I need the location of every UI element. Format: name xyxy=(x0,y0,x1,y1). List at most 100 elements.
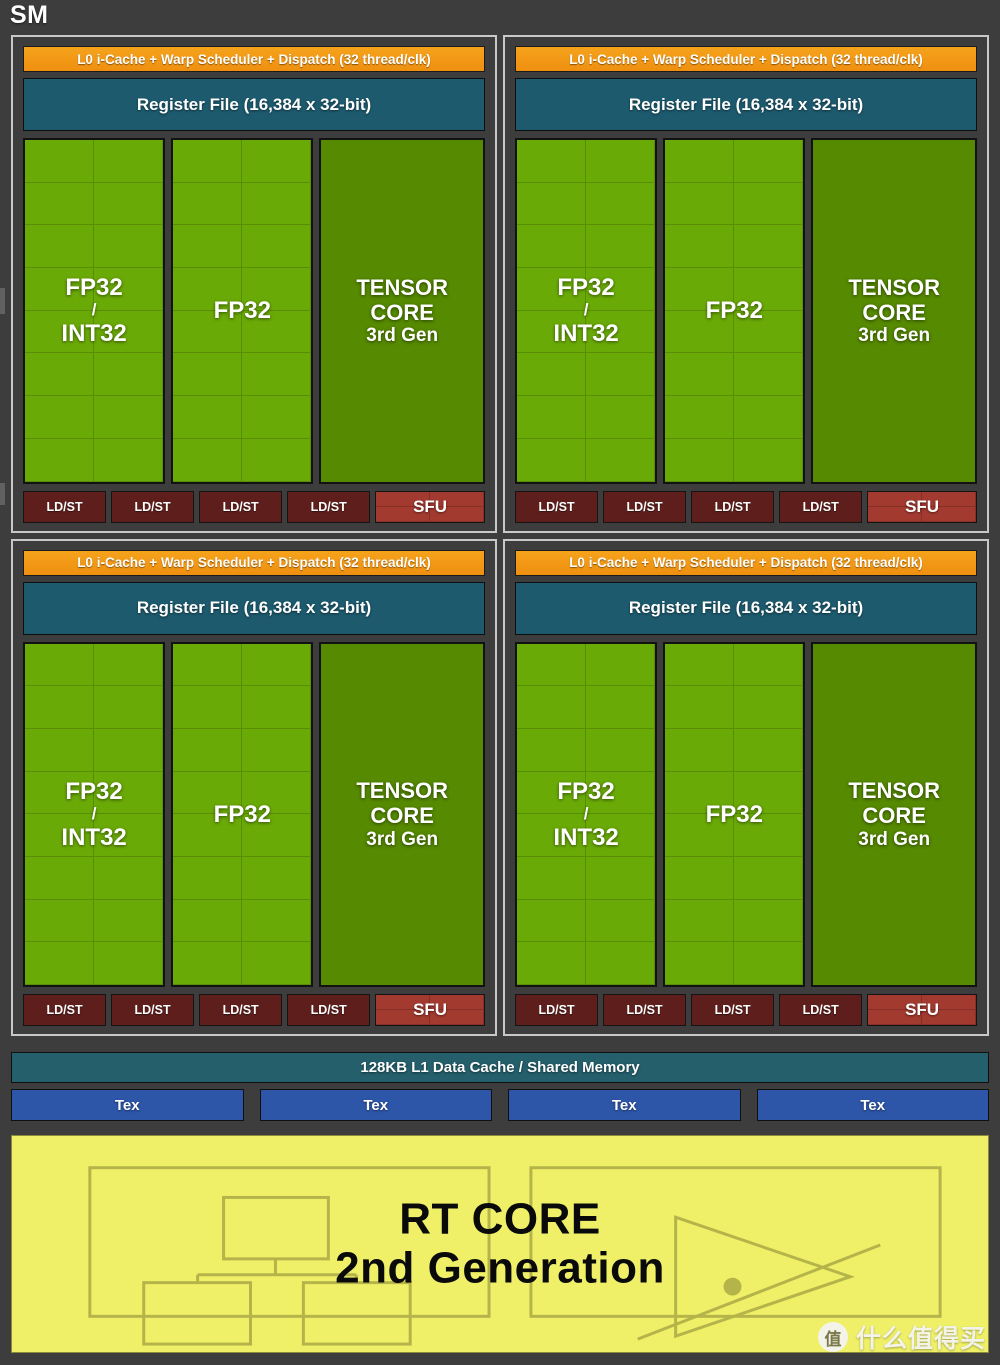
processing-block-0: L0 i-Cache + Warp Scheduler + Dispatch (… xyxy=(11,35,497,533)
tensor-gen-text: 3rd Gen xyxy=(858,325,931,346)
fp32-text: FP32 xyxy=(65,274,123,302)
core-row: FP32 / INT32 FP32 TENSOR CORE 3rd Gen xyxy=(515,641,977,987)
page-title: SM xyxy=(10,1,49,29)
slash-text: / xyxy=(583,803,589,823)
tensor-core-label: TENSOR CORE 3rd Gen xyxy=(848,778,940,850)
tensor-gen-text: 3rd Gen xyxy=(858,828,931,850)
processing-block-2: L0 i-Cache + Warp Scheduler + Dispatch (… xyxy=(11,538,497,1036)
core-text: CORE xyxy=(862,299,926,325)
ldst-unit: LD/ST xyxy=(287,490,371,523)
ldst-unit: LD/ST xyxy=(111,994,195,1026)
ldst-unit: LD/ST xyxy=(23,994,107,1026)
watermark-text: 什么值得买 xyxy=(855,1325,986,1353)
tensor-core-block: TENSOR CORE 3rd Gen xyxy=(319,138,485,484)
tex-unit: Tex xyxy=(508,1089,741,1121)
fp32-int32-label: FP32 / INT32 xyxy=(61,274,126,347)
fp32-label: FP32 xyxy=(213,297,271,325)
fp32-text: FP32 xyxy=(557,777,615,805)
warp-scheduler-bar: L0 i-Cache + Warp Scheduler + Dispatch (… xyxy=(23,46,485,72)
ldst-unit: LD/ST xyxy=(515,994,599,1026)
slash-text: / xyxy=(91,803,97,823)
core-row: FP32 / INT32 FP32 TENSOR CORE 3rd Gen xyxy=(515,138,977,484)
ldst-unit: LD/ST xyxy=(779,994,863,1026)
ldst-unit: LD/ST xyxy=(603,994,687,1026)
tensor-core-block: TENSOR CORE 3rd Gen xyxy=(319,641,485,987)
fp32-label: FP32 xyxy=(705,800,763,828)
warp-scheduler-bar: L0 i-Cache + Warp Scheduler + Dispatch (… xyxy=(515,549,977,576)
int32-text: INT32 xyxy=(553,320,619,348)
tensor-core-label: TENSOR CORE 3rd Gen xyxy=(356,275,448,347)
tex-unit-row: Tex Tex Tex Tex xyxy=(11,1089,989,1121)
watermark-logo-icon: 值 xyxy=(817,1322,848,1352)
ldst-unit: LD/ST xyxy=(199,994,283,1026)
edge-artifact xyxy=(0,483,5,505)
processing-block-grid: L0 i-Cache + Warp Scheduler + Dispatch (… xyxy=(11,35,989,1036)
sfu-label: SFU xyxy=(413,1000,448,1019)
fp32-core-block: FP32 xyxy=(171,641,314,987)
tensor-text: TENSOR xyxy=(848,274,941,300)
ldst-unit: LD/ST xyxy=(287,994,371,1026)
warp-scheduler-bar: L0 i-Cache + Warp Scheduler + Dispatch (… xyxy=(23,549,485,576)
sfu-unit: SFU xyxy=(867,994,977,1026)
bvh-panel-outline xyxy=(88,1166,491,1318)
fp32-int32-core-block: FP32 / INT32 xyxy=(515,138,658,484)
l1-data-cache: 128KB L1 Data Cache / Shared Memory xyxy=(11,1052,989,1083)
sfu-unit: SFU xyxy=(867,490,977,523)
tensor-core-label: TENSOR CORE 3rd Gen xyxy=(848,275,940,347)
ldst-unit: LD/ST xyxy=(199,490,283,523)
slash-text: / xyxy=(91,300,97,320)
fp32-core-block: FP32 xyxy=(663,138,806,484)
warp-scheduler-bar: L0 i-Cache + Warp Scheduler + Dispatch (… xyxy=(515,46,977,72)
ldst-sfu-row: LD/ST LD/ST LD/ST LD/ST SFU xyxy=(23,994,485,1026)
fp32-text: FP32 xyxy=(65,777,123,805)
tensor-core-block: TENSOR CORE 3rd Gen xyxy=(811,641,977,987)
fp32-text: FP32 xyxy=(557,274,615,302)
tensor-gen-text: 3rd Gen xyxy=(366,828,439,850)
core-text: CORE xyxy=(370,803,434,829)
register-file: Register File (16,384 x 32-bit) xyxy=(515,78,977,131)
sfu-unit: SFU xyxy=(375,994,485,1026)
sfu-label: SFU xyxy=(905,496,940,516)
ldst-unit: LD/ST xyxy=(779,490,863,523)
core-row: FP32 / INT32 FP32 TENSOR CORE 3rd Gen xyxy=(23,138,485,484)
processing-block-1: L0 i-Cache + Warp Scheduler + Dispatch (… xyxy=(503,35,989,533)
int32-text: INT32 xyxy=(61,823,127,851)
slash-text: / xyxy=(583,300,589,320)
fp32-label: FP32 xyxy=(705,297,763,325)
tensor-text: TENSOR xyxy=(356,778,449,804)
ldst-unit: LD/ST xyxy=(691,994,775,1026)
core-text: CORE xyxy=(370,299,434,325)
fp32-int32-core-block: FP32 / INT32 xyxy=(23,641,166,987)
fp32-int32-core-block: FP32 / INT32 xyxy=(23,138,166,484)
sm-diagram: SM L0 i-Cache + Warp Scheduler + Dispatc… xyxy=(0,0,1000,1365)
core-row: FP32 / INT32 FP32 TENSOR CORE 3rd Gen xyxy=(23,641,485,987)
ldst-sfu-row: LD/ST LD/ST LD/ST LD/ST SFU xyxy=(515,994,977,1026)
register-file: Register File (16,384 x 32-bit) xyxy=(23,581,485,635)
int32-text: INT32 xyxy=(553,823,619,851)
fp32-int32-label: FP32 / INT32 xyxy=(553,274,618,347)
fp32-int32-core-block: FP32 / INT32 xyxy=(515,641,658,987)
sfu-label: SFU xyxy=(905,1000,940,1019)
tensor-gen-text: 3rd Gen xyxy=(366,325,439,346)
tensor-text: TENSOR xyxy=(356,274,449,300)
fp32-core-block: FP32 xyxy=(663,641,806,987)
ldst-unit: LD/ST xyxy=(23,490,107,523)
intersection-dot xyxy=(723,1277,742,1296)
tensor-core-block: TENSOR CORE 3rd Gen xyxy=(811,138,977,484)
ldst-sfu-row: LD/ST LD/ST LD/ST LD/ST SFU xyxy=(23,490,485,523)
register-file: Register File (16,384 x 32-bit) xyxy=(23,78,485,131)
fp32-int32-label: FP32 / INT32 xyxy=(553,778,618,851)
sfu-label: SFU xyxy=(413,496,448,516)
int32-text: INT32 xyxy=(61,320,127,348)
ldst-unit: LD/ST xyxy=(691,490,775,523)
fp32-core-block: FP32 xyxy=(171,138,314,484)
tex-unit: Tex xyxy=(259,1089,492,1121)
fp32-label: FP32 xyxy=(213,800,271,828)
tex-unit: Tex xyxy=(756,1089,989,1121)
tex-unit: Tex xyxy=(11,1089,244,1121)
tensor-text: TENSOR xyxy=(848,778,941,804)
tensor-core-label: TENSOR CORE 3rd Gen xyxy=(356,778,448,850)
ldst-unit: LD/ST xyxy=(603,490,687,523)
sfu-unit: SFU xyxy=(375,490,485,523)
ldst-unit: LD/ST xyxy=(515,490,599,523)
